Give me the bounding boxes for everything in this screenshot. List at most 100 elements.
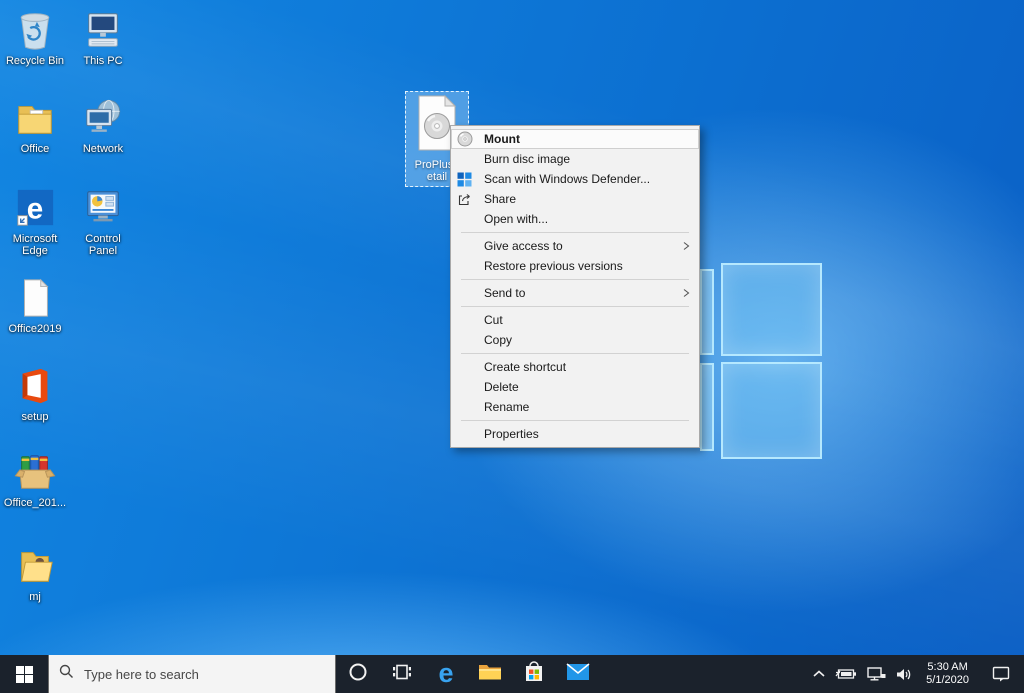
menu-item-label: Properties (479, 427, 691, 441)
menu-item-rename[interactable]: Rename (451, 397, 699, 417)
menu-item-open-with[interactable]: Open with... (451, 209, 699, 229)
no-icon (457, 359, 479, 375)
menu-item-share[interactable]: Share (451, 189, 699, 209)
desktop-icon-office2019-file[interactable]: Office2019 (2, 276, 68, 335)
desktop-icon-network[interactable]: Network (70, 96, 136, 155)
no-icon (457, 332, 479, 348)
task-view-button[interactable] (380, 655, 424, 693)
desktop-icon-setup[interactable]: setup (2, 364, 68, 423)
office-setup-icon (14, 364, 56, 408)
box-with-books-icon (14, 450, 56, 494)
taskbar-clock[interactable]: 5:30 AM 5/1/2020 (922, 661, 973, 687)
mail-icon (566, 663, 590, 686)
desktop-icon-microsoft-edge[interactable]: e Microsoft Edge (2, 186, 68, 257)
menu-item-label: Create shortcut (479, 360, 691, 374)
menu-item-label: Delete (479, 380, 691, 394)
file-label-line2: etail (427, 171, 447, 183)
icon-label: Office2019 (8, 323, 61, 335)
windows-start-icon (16, 666, 33, 683)
no-icon (457, 151, 479, 167)
control-panel-icon (82, 186, 124, 230)
action-center-button[interactable] (982, 666, 1018, 682)
microsoft-store-icon (524, 661, 544, 688)
no-icon (457, 258, 479, 274)
menu-item-label: Mount (479, 132, 691, 146)
edge-icon: e (14, 186, 56, 230)
edge-taskbar-button[interactable]: e (424, 655, 468, 693)
edge-icon: e (438, 660, 453, 687)
tray-chevron-up-icon[interactable] (812, 669, 826, 679)
icon-label: setup (22, 411, 49, 423)
cortana-button[interactable] (336, 655, 380, 693)
icon-label: Network (83, 143, 123, 155)
icon-label: Control Panel (70, 233, 136, 257)
menu-item-send-to[interactable]: Send to (451, 283, 699, 303)
menu-item-scan-with-windows-defender[interactable]: Scan with Windows Defender... (451, 169, 699, 189)
disc-icon (457, 131, 479, 147)
system-tray: 5:30 AM 5/1/2020 (812, 655, 1024, 693)
menu-item-label: Burn disc image (479, 152, 691, 166)
menu-item-label: Restore previous versions (479, 259, 691, 273)
volume-icon[interactable] (895, 667, 913, 682)
menu-separator (461, 353, 689, 354)
windows-logo-wallpaper (700, 263, 824, 461)
search-icon (59, 664, 74, 684)
menu-item-create-shortcut[interactable]: Create shortcut (451, 357, 699, 377)
desktop-icon-control-panel[interactable]: Control Panel (70, 186, 136, 257)
file-explorer-icon (478, 662, 502, 687)
desktop-icon-office-2019-box[interactable]: Office_201... (2, 450, 68, 509)
menu-item-burn-disc-image[interactable]: Burn disc image (451, 149, 699, 169)
menu-item-label: Rename (479, 400, 691, 414)
icon-label: mj (29, 591, 41, 603)
menu-item-label: Open with... (479, 212, 691, 226)
menu-item-label: Copy (479, 333, 691, 347)
context-menu: Mount Burn disc image Scan with Windows … (450, 125, 700, 448)
submenu-chevron-icon (681, 241, 691, 251)
menu-item-give-access-to[interactable]: Give access to (451, 236, 699, 256)
search-input[interactable] (82, 666, 325, 683)
clock-date: 5/1/2020 (926, 674, 969, 687)
desktop-icon-office-folder[interactable]: Office (2, 96, 68, 155)
no-icon (457, 379, 479, 395)
menu-separator (461, 420, 689, 421)
menu-item-cut[interactable]: Cut (451, 310, 699, 330)
task-view-icon (392, 662, 412, 687)
menu-separator (461, 232, 689, 233)
user-folder-icon (14, 544, 56, 588)
network-wired-icon[interactable] (866, 666, 886, 682)
recycle-bin-icon (14, 8, 56, 52)
icon-label: Microsoft Edge (2, 233, 68, 257)
no-icon (457, 285, 479, 301)
share-icon (457, 191, 479, 207)
no-icon (457, 238, 479, 254)
icon-label: Recycle Bin (6, 55, 64, 67)
desktop-icon-recycle-bin[interactable]: Recycle Bin (2, 8, 68, 67)
menu-item-properties[interactable]: Properties (451, 424, 699, 444)
store-button[interactable] (512, 655, 556, 693)
start-button[interactable] (0, 655, 48, 693)
menu-item-copy[interactable]: Copy (451, 330, 699, 350)
windows-desktop: Recycle Bin This PC Of (0, 0, 1024, 693)
clock-time: 5:30 AM (926, 661, 969, 674)
network-icon (82, 96, 124, 140)
mail-button[interactable] (556, 655, 600, 693)
battery-charging-icon[interactable] (835, 667, 857, 681)
taskbar-search[interactable] (48, 655, 336, 693)
no-icon (457, 211, 479, 227)
folder-icon (14, 96, 56, 140)
cortana-icon (348, 662, 368, 687)
menu-item-label: Cut (479, 313, 691, 327)
menu-item-restore-previous-versions[interactable]: Restore previous versions (451, 256, 699, 276)
no-icon (457, 399, 479, 415)
desktop-icon-this-pc[interactable]: This PC (70, 8, 136, 67)
svg-text:e: e (27, 193, 43, 226)
menu-item-mount[interactable]: Mount (451, 129, 699, 149)
file-explorer-button[interactable] (468, 655, 512, 693)
icon-label: Office (21, 143, 50, 155)
icon-label: Office_201... (4, 497, 66, 509)
menu-item-label: Send to (479, 286, 681, 300)
desktop-icon-mj-folder[interactable]: mj (2, 544, 68, 603)
icon-label: This PC (83, 55, 122, 67)
menu-item-delete[interactable]: Delete (451, 377, 699, 397)
submenu-chevron-icon (681, 288, 691, 298)
